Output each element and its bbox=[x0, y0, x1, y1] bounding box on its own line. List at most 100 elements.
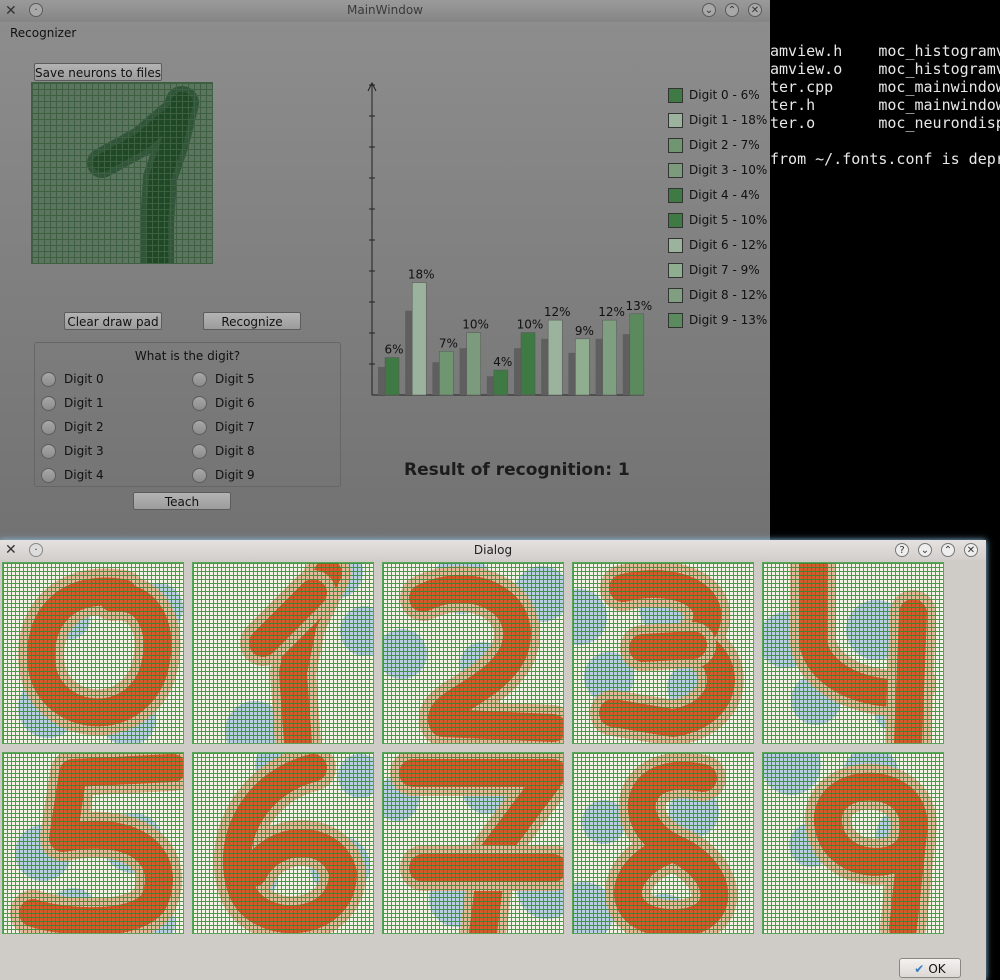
radio-label: Digit 5 bbox=[215, 372, 255, 386]
radio-digit-2[interactable]: Digit 2 bbox=[41, 419, 104, 435]
check-icon: ✔ bbox=[914, 962, 925, 976]
radio-digit-3[interactable]: Digit 3 bbox=[41, 443, 104, 459]
bar-shadow bbox=[459, 348, 467, 395]
legend-label: Digit 7 - 9% bbox=[689, 263, 760, 277]
bar-digit-3 bbox=[466, 332, 481, 396]
save-neurons-button[interactable]: Save neurons to files bbox=[34, 63, 162, 81]
bar-shadow bbox=[541, 338, 549, 395]
radio-label: Digit 1 bbox=[64, 396, 104, 410]
bar-value-label: 9% bbox=[575, 324, 594, 338]
terminal-line: ter.o moc_neurondisp bbox=[770, 114, 1000, 132]
maximize-icon[interactable]: ⌃ bbox=[725, 3, 739, 17]
dialog-close-icon[interactable]: ✕ bbox=[964, 543, 978, 557]
dialog-maximize-icon[interactable]: ⌃ bbox=[941, 543, 955, 557]
bar-shadow bbox=[378, 366, 385, 395]
neuron-grid-overlay bbox=[193, 753, 373, 933]
legend-item: Digit 3 - 10% bbox=[668, 162, 767, 178]
radio-digit-7[interactable]: Digit 7 bbox=[192, 419, 255, 435]
bar-shadow bbox=[514, 348, 521, 395]
bar-digit-9 bbox=[629, 313, 645, 396]
neuron-grid-overlay bbox=[573, 753, 753, 933]
neuron-map-digit-7 bbox=[382, 752, 564, 934]
dialog-window: ✕ · Dialog ? ⌄ ⌃ ✕ ✔ OK bbox=[0, 540, 986, 980]
legend-swatch bbox=[668, 163, 683, 178]
radio-digit-9[interactable]: Digit 9 bbox=[192, 467, 255, 483]
legend-item: Digit 7 - 9% bbox=[668, 262, 760, 278]
bar-shadow bbox=[432, 362, 440, 395]
legend-label: Digit 3 - 10% bbox=[689, 163, 768, 177]
radio-digit-1[interactable]: Digit 1 bbox=[41, 395, 104, 411]
radio-circle-icon bbox=[192, 444, 207, 459]
legend-item: Digit 5 - 10% bbox=[668, 212, 767, 228]
dialog-minimize-icon[interactable]: ⌄ bbox=[918, 543, 932, 557]
bar-value-label: 13% bbox=[625, 299, 652, 313]
legend-swatch bbox=[668, 138, 683, 153]
bar-digit-2 bbox=[439, 351, 454, 396]
radio-circle-icon bbox=[41, 420, 56, 435]
legend-swatch bbox=[668, 213, 683, 228]
digit-groupbox: What is the digit? bbox=[34, 342, 341, 487]
bar-shadow bbox=[486, 376, 494, 395]
bar-digit-4 bbox=[493, 369, 509, 396]
main-titlebar[interactable]: ✕ · MainWindow ⌄ ⌃ ✕ bbox=[0, 0, 770, 22]
draw-pad[interactable] bbox=[31, 82, 213, 264]
group-title: What is the digit? bbox=[134, 349, 241, 363]
radio-label: Digit 7 bbox=[215, 420, 255, 434]
neuron-map-digit-5 bbox=[2, 752, 184, 934]
teach-button[interactable]: Teach bbox=[133, 492, 231, 510]
bar-shadow bbox=[568, 352, 576, 395]
radio-circle-icon bbox=[192, 372, 207, 387]
terminal-line: amview.o moc_histogramv bbox=[770, 60, 1000, 78]
bar-digit-1 bbox=[411, 282, 427, 396]
neuron-grid-overlay bbox=[383, 563, 563, 743]
legend-label: Digit 9 - 13% bbox=[689, 313, 768, 327]
bar-value-label: 12% bbox=[598, 305, 625, 319]
radio-circle-icon bbox=[41, 444, 56, 459]
bar-digit-0 bbox=[384, 357, 400, 396]
radio-digit-8[interactable]: Digit 8 bbox=[192, 443, 255, 459]
legend-label: Digit 2 - 7% bbox=[689, 138, 760, 152]
neuron-grid-overlay bbox=[3, 753, 183, 933]
radio-circle-icon bbox=[41, 468, 56, 483]
radio-circle-icon bbox=[192, 396, 207, 411]
neuron-map-digit-8 bbox=[572, 752, 754, 934]
neuron-grid-overlay bbox=[763, 753, 943, 933]
radio-label: Digit 8 bbox=[215, 444, 255, 458]
radio-circle-icon bbox=[192, 468, 207, 483]
window-title: MainWindow bbox=[347, 3, 423, 17]
terminal-line: amview.h moc_histogramv bbox=[770, 42, 1000, 60]
legend-swatch bbox=[668, 88, 683, 103]
terminal-line: ter.h moc_mainwindow bbox=[770, 96, 1000, 114]
radio-digit-0[interactable]: Digit 0 bbox=[41, 371, 104, 387]
neuron-grid-overlay bbox=[3, 563, 183, 743]
bar-value-label: 18% bbox=[408, 268, 435, 282]
radio-label: Digit 9 bbox=[215, 468, 255, 482]
legend-item: Digit 1 - 18% bbox=[668, 112, 767, 128]
radio-digit-5[interactable]: Digit 5 bbox=[192, 371, 255, 387]
legend-item: Digit 0 - 6% bbox=[668, 87, 760, 103]
neuron-grid-overlay bbox=[383, 753, 563, 933]
legend-swatch bbox=[668, 113, 683, 128]
terminal-line: ter.cpp moc_mainwindow bbox=[770, 78, 1000, 96]
terminal-line: from ~/.fonts.conf is depr bbox=[770, 150, 1000, 168]
radio-digit-6[interactable]: Digit 6 bbox=[192, 395, 255, 411]
ok-button[interactable]: ✔ OK bbox=[899, 958, 961, 978]
legend-item: Digit 4 - 4% bbox=[668, 187, 760, 203]
recognition-result: Result of recognition: 1 bbox=[404, 460, 630, 480]
radio-circle-icon bbox=[192, 420, 207, 435]
bar-value-label: 10% bbox=[517, 318, 544, 332]
legend-label: Digit 1 - 18% bbox=[689, 113, 768, 127]
radio-label: Digit 3 bbox=[64, 444, 104, 458]
clear-draw-pad-button[interactable]: Clear draw pad bbox=[64, 312, 162, 330]
legend-swatch bbox=[668, 238, 683, 253]
menu-recognizer[interactable]: Recognizer bbox=[10, 26, 76, 40]
help-icon[interactable]: ? bbox=[895, 543, 909, 557]
close-icon[interactable]: ✕ bbox=[748, 3, 762, 17]
minimize-icon[interactable]: ⌄ bbox=[702, 3, 716, 17]
radio-digit-4[interactable]: Digit 4 bbox=[41, 467, 104, 483]
bar-shadow bbox=[595, 338, 603, 395]
legend-label: Digit 0 - 6% bbox=[689, 88, 760, 102]
dialog-titlebar[interactable]: ✕ · Dialog ? ⌄ ⌃ ✕ bbox=[0, 540, 986, 560]
recognize-button[interactable]: Recognize bbox=[203, 312, 301, 330]
neuron-grid-overlay bbox=[193, 563, 373, 743]
